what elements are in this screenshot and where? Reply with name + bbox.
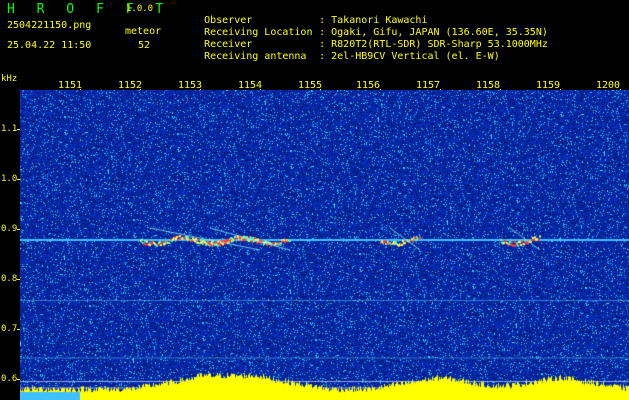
app-version: 1.0.0: [126, 4, 154, 14]
spectrogram-canvas: [20, 90, 629, 400]
meteor-label: meteor: [125, 26, 162, 37]
header-panel: H R O F F T 1.0.0 2504221150.png meteor …: [0, 0, 629, 78]
info-value: : 2el-HB9CV Vertical (el. E-W): [319, 51, 500, 62]
info-key: Receiving antenna: [204, 51, 307, 62]
y-tick-label: 0.6: [1, 374, 18, 384]
y-tick-label: 0.9: [1, 224, 18, 234]
spectrogram-panel: [20, 90, 629, 400]
y-tick-label: 0.8: [1, 274, 18, 284]
unit-label: kHz: [1, 74, 18, 84]
info-row-antenna: Receiving antenna : 2el-HB9CV Vertical (e…: [180, 40, 500, 73]
y-tick-label: 1.0: [1, 174, 18, 184]
file-name: 2504221150.png: [7, 20, 92, 31]
y-tick-label: 0.7: [1, 324, 18, 334]
datetime: 25.04.22 11:50: [7, 40, 92, 51]
y-tick-label: 1.1: [1, 124, 18, 134]
meteor-count: 52: [138, 40, 151, 51]
